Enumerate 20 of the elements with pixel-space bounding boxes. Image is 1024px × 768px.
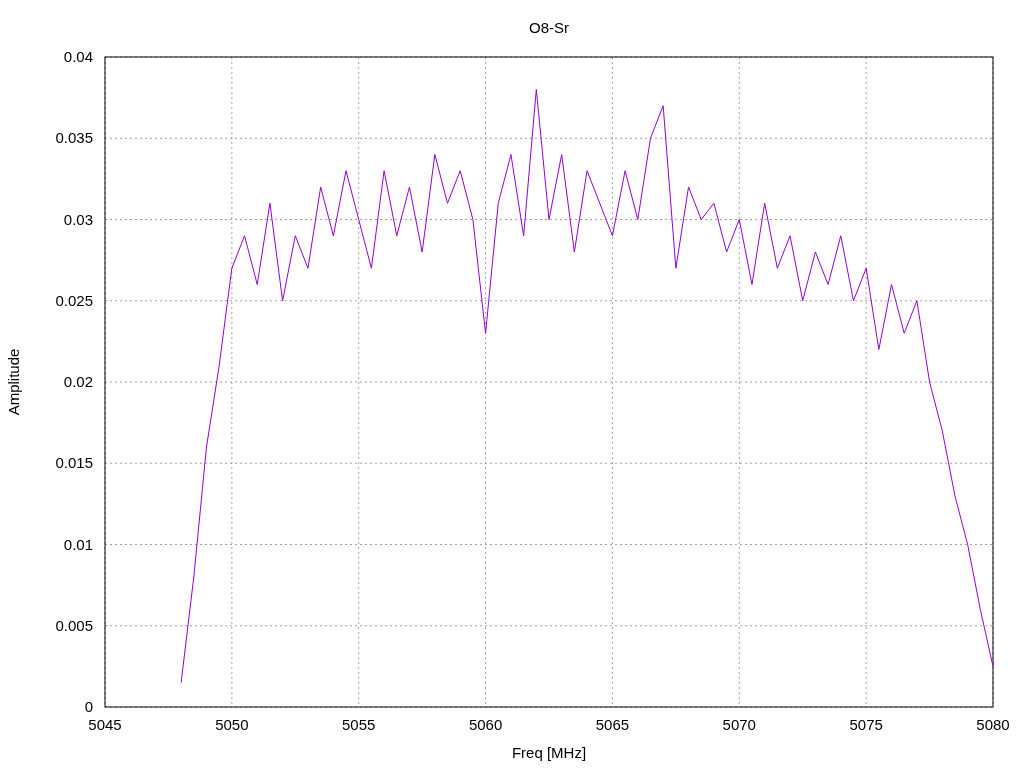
y-tick-label: 0.02: [63, 373, 93, 390]
y-tick-label: 0.03: [63, 210, 93, 228]
y-tick-label: 0.035: [55, 129, 93, 147]
x-tick-label: 5065: [595, 716, 630, 733]
y-tick-label: 0.04: [63, 48, 93, 65]
y-tick-label: 0: [84, 698, 93, 715]
y-tick-label: 0.015: [55, 454, 93, 472]
x-tick-label: 5080: [976, 716, 1010, 733]
x-tick-label: 5045: [88, 716, 122, 733]
x-axis-label: Freq [MHz]: [511, 744, 587, 761]
x-tick-label: 5055: [342, 716, 376, 733]
y-tick-label: 0.005: [55, 616, 93, 634]
y-tick-label: 0.025: [55, 291, 93, 309]
x-tick-label: 5060: [468, 716, 503, 733]
x-tick-label: 5070: [722, 716, 756, 733]
y-tick-label: 0.01: [63, 535, 93, 553]
chart-title: O8-Sr: [529, 19, 569, 36]
x-tick-label: 5050: [215, 716, 249, 733]
y-axis-label: Amplitude: [5, 348, 22, 416]
x-tick-label: 5075: [849, 716, 883, 733]
